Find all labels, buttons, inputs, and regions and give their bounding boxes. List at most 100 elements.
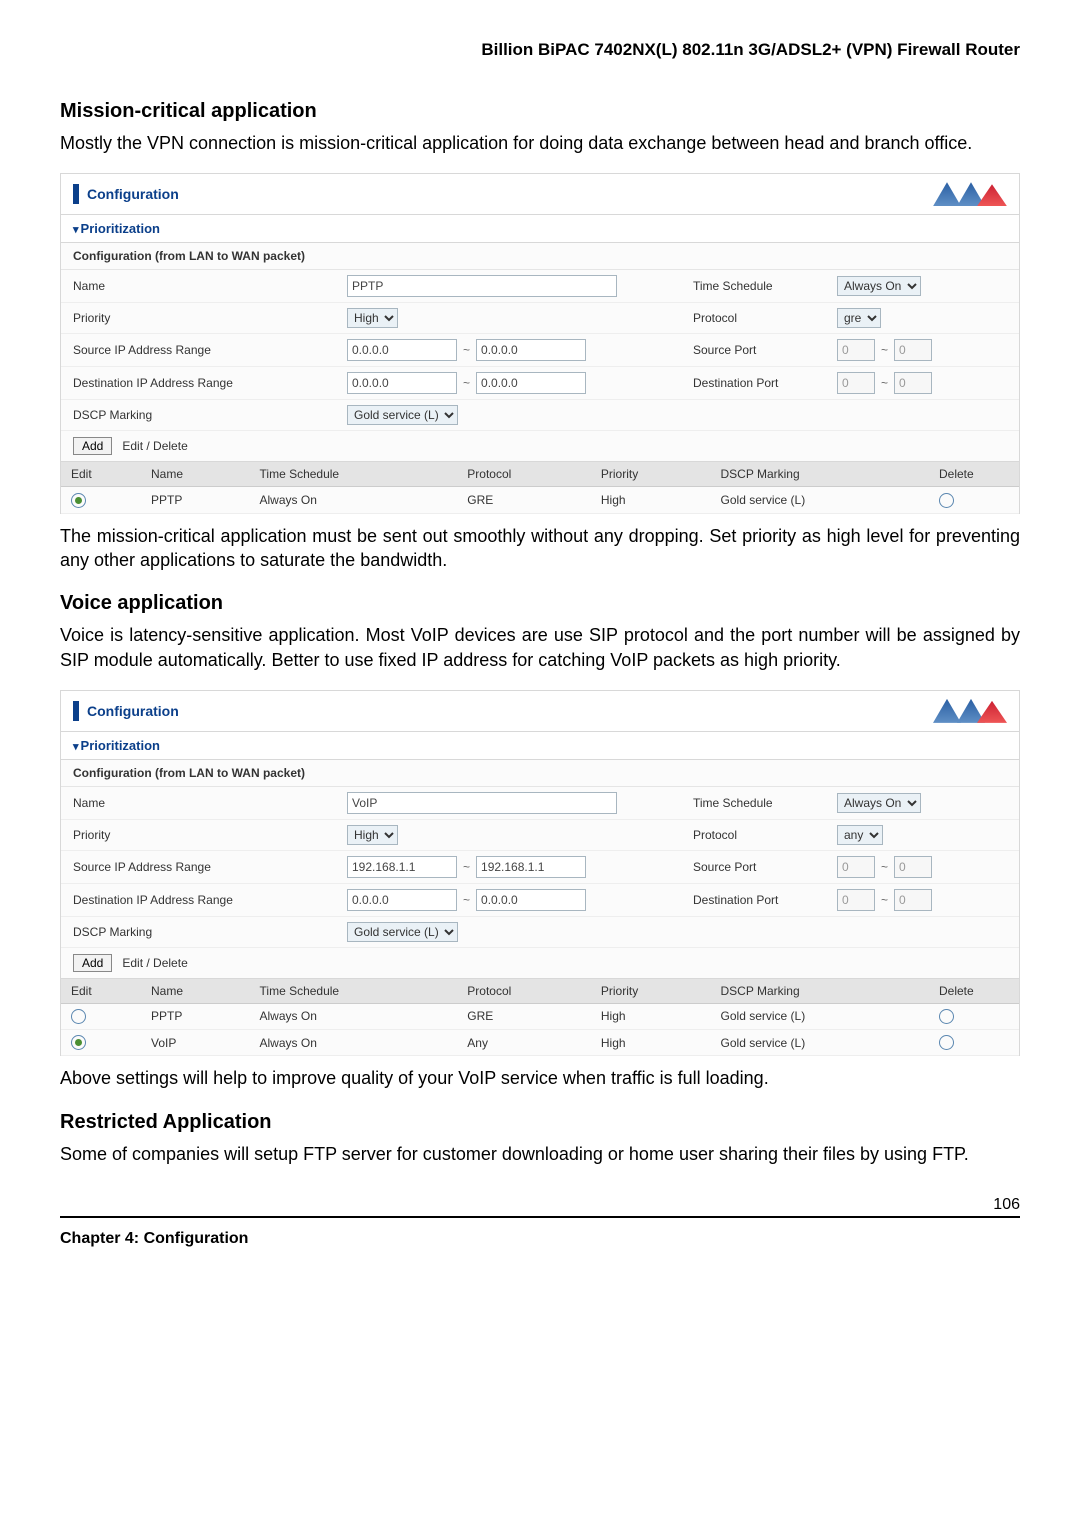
src-ip-from[interactable]: [347, 339, 457, 361]
dscp-select[interactable]: Gold service (L): [347, 922, 458, 942]
label-src-port: Source Port: [681, 855, 825, 879]
section1-heading: Mission-critical application: [60, 100, 1020, 123]
title-bar-icon: [73, 701, 79, 721]
th-time: Time Schedule: [250, 462, 458, 487]
dst-port-from: [837, 372, 875, 394]
section2-para: Voice is latency-sensitive application. …: [60, 623, 1020, 672]
label-priority: Priority: [61, 823, 335, 847]
th-time: Time Schedule: [250, 979, 458, 1004]
title-bar-icon: [73, 184, 79, 204]
protocol-select[interactable]: gre: [837, 308, 881, 328]
priority-select[interactable]: High: [347, 308, 398, 328]
section-sub: Configuration (from LAN to WAN packet): [61, 760, 1019, 787]
dst-ip-from[interactable]: [347, 372, 457, 394]
section2-heading: Voice application: [60, 592, 1020, 615]
label-dst-port: Destination Port: [681, 888, 825, 912]
label-src-port: Source Port: [681, 338, 825, 362]
dst-port-from: [837, 889, 875, 911]
rules-table: Edit Name Time Schedule Protocol Priorit…: [61, 462, 1019, 513]
doc-header: Billion BiPAC 7402NX(L) 802.11n 3G/ADSL2…: [60, 40, 1020, 60]
panel-title: Configuration: [87, 186, 937, 202]
time-schedule-select[interactable]: Always On: [837, 276, 921, 296]
th-edit: Edit: [61, 979, 141, 1004]
footer-rule: [60, 1216, 1020, 1218]
th-delete: Delete: [929, 462, 1019, 487]
table-row: PPTP Always On GRE High Gold service (L): [61, 487, 1019, 513]
tilde-icon: ~: [461, 376, 472, 390]
delete-radio[interactable]: [939, 1009, 954, 1024]
tilde-icon: ~: [461, 893, 472, 907]
label-dst-ip: Destination IP Address Range: [61, 371, 335, 395]
edit-delete-text: Edit / Delete: [122, 956, 187, 970]
dscp-select[interactable]: Gold service (L): [347, 405, 458, 425]
th-name: Name: [141, 979, 250, 1004]
section1-after: The mission-critical application must be…: [60, 524, 1020, 573]
src-port-to: [894, 339, 932, 361]
dst-ip-to[interactable]: [476, 372, 586, 394]
label-dscp: DSCP Marking: [61, 403, 335, 427]
th-priority: Priority: [591, 462, 711, 487]
src-ip-to[interactable]: [476, 339, 586, 361]
th-edit: Edit: [61, 462, 141, 487]
label-dscp: DSCP Marking: [61, 920, 335, 944]
label-name: Name: [61, 791, 335, 815]
src-port-to: [894, 856, 932, 878]
dst-port-to: [894, 372, 932, 394]
th-protocol: Protocol: [457, 979, 591, 1004]
label-src-ip: Source IP Address Range: [61, 855, 335, 879]
section2-after: Above settings will help to improve qual…: [60, 1066, 1020, 1090]
src-ip-to[interactable]: [476, 856, 586, 878]
config-panel-2: Configuration Prioritization Configurati…: [60, 690, 1020, 1057]
section-sub: Configuration (from LAN to WAN packet): [61, 243, 1019, 270]
edit-radio[interactable]: [71, 493, 86, 508]
label-dst-port: Destination Port: [681, 371, 825, 395]
th-priority: Priority: [591, 979, 711, 1004]
label-time-schedule: Time Schedule: [681, 791, 825, 815]
tilde-icon: ~: [879, 376, 890, 390]
name-input[interactable]: [347, 792, 617, 814]
th-dscp: DSCP Marking: [711, 979, 929, 1004]
panel-title: Configuration: [87, 703, 937, 719]
label-protocol: Protocol: [681, 823, 825, 847]
src-ip-from[interactable]: [347, 856, 457, 878]
add-button[interactable]: Add: [73, 954, 112, 972]
label-time-schedule: Time Schedule: [681, 274, 825, 298]
protocol-select[interactable]: any: [837, 825, 883, 845]
delete-radio[interactable]: [939, 1035, 954, 1050]
tilde-icon: ~: [879, 860, 890, 874]
src-port-from: [837, 339, 875, 361]
th-dscp: DSCP Marking: [711, 462, 929, 487]
th-name: Name: [141, 462, 250, 487]
rules-table: Edit Name Time Schedule Protocol Priorit…: [61, 979, 1019, 1057]
table-row: PPTP Always On GRE High Gold service (L): [61, 1003, 1019, 1029]
section-prioritization[interactable]: Prioritization: [61, 732, 1019, 760]
tilde-icon: ~: [461, 860, 472, 874]
label-protocol: Protocol: [681, 306, 825, 330]
table-row: VoIP Always On Any High Gold service (L): [61, 1030, 1019, 1056]
dst-ip-to[interactable]: [476, 889, 586, 911]
label-dst-ip: Destination IP Address Range: [61, 888, 335, 912]
dst-ip-from[interactable]: [347, 889, 457, 911]
tilde-icon: ~: [461, 343, 472, 357]
label-priority: Priority: [61, 306, 335, 330]
priority-select[interactable]: High: [347, 825, 398, 845]
time-schedule-select[interactable]: Always On: [837, 793, 921, 813]
page-number: 106: [60, 1196, 1020, 1214]
brand-logo: [937, 182, 1007, 206]
edit-radio[interactable]: [71, 1035, 86, 1050]
dst-port-to: [894, 889, 932, 911]
section1-para: Mostly the VPN connection is mission-cri…: [60, 131, 1020, 155]
tilde-icon: ~: [879, 343, 890, 357]
label-name: Name: [61, 274, 335, 298]
label-src-ip: Source IP Address Range: [61, 338, 335, 362]
name-input[interactable]: [347, 275, 617, 297]
th-protocol: Protocol: [457, 462, 591, 487]
section3-heading: Restricted Application: [60, 1111, 1020, 1134]
add-button[interactable]: Add: [73, 437, 112, 455]
brand-logo: [937, 699, 1007, 723]
edit-delete-text: Edit / Delete: [122, 439, 187, 453]
config-panel-1: Configuration Prioritization Configurati…: [60, 173, 1020, 513]
edit-radio[interactable]: [71, 1009, 86, 1024]
section-prioritization[interactable]: Prioritization: [61, 215, 1019, 243]
delete-radio[interactable]: [939, 493, 954, 508]
